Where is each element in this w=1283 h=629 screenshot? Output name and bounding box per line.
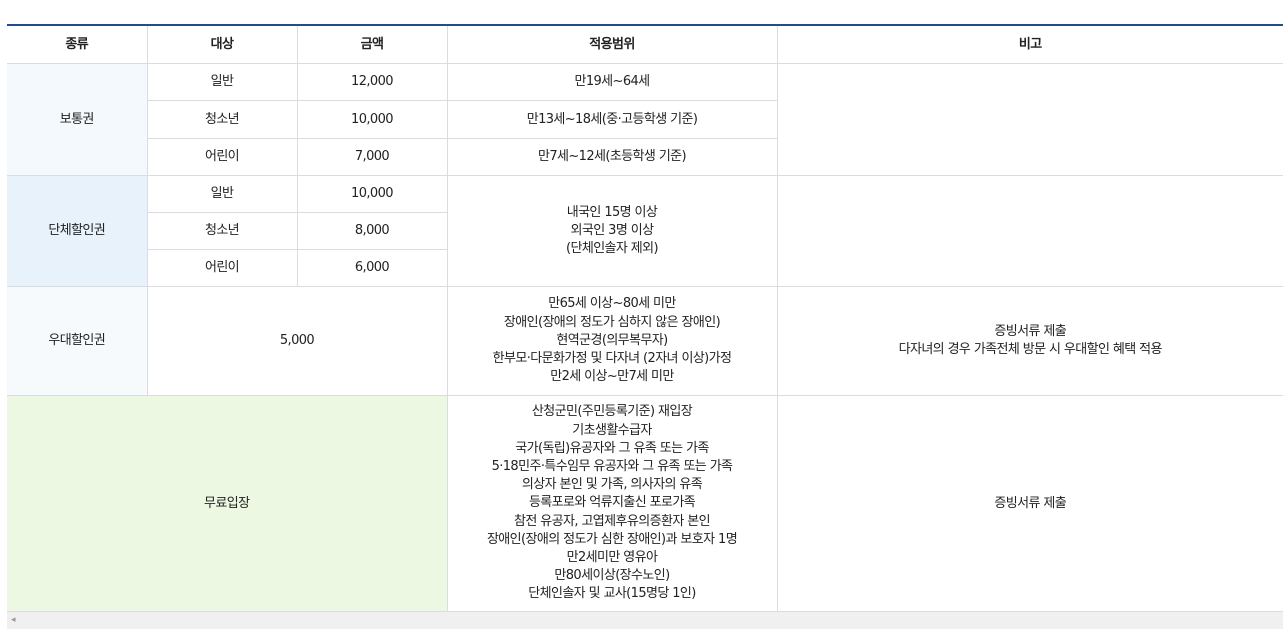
note-cell-regular xyxy=(776,63,1283,176)
note-line: 증빙서류 제출 xyxy=(994,323,1067,339)
scope-line: 만2세 이상~만7세 미만 xyxy=(550,369,674,385)
scope-line: 현역군경(의무복무자) xyxy=(556,332,668,348)
scope-line: 참전 유공자, 고엽제후유의증환자 본인 xyxy=(514,513,710,529)
fee-table-container: 종류 대상 금액 적용범위 비고 보통권 일반 12,000 만19세~64세 … xyxy=(7,24,1283,612)
target-cell: 일반 xyxy=(146,175,298,213)
price-cell: 10,000 xyxy=(296,175,448,213)
price-cell: 6,000 xyxy=(296,249,447,287)
type-regular: 보통권 xyxy=(7,63,148,176)
scope-line: 만2세미만 영유아 xyxy=(566,550,658,565)
type-group: 단체할인권 xyxy=(7,175,148,287)
header-price: 금액 xyxy=(296,24,448,64)
scope-line: (단체인솔자 제외) xyxy=(566,241,659,257)
scope-line: 만65세 이상~80세 미만 xyxy=(548,296,676,312)
target-cell: 어린이 xyxy=(147,249,298,287)
scope-line: 내국인 15명 이상 xyxy=(566,204,658,220)
scope-cell-free: 산청군민(주민등록기준) 재입장 기초생활수급자 국가(독립)유공자와 그 유족… xyxy=(446,395,778,612)
horizontal-scrollbar[interactable]: ◂ xyxy=(7,612,1283,629)
table-row: 우대할인권 5,000 만65세 이상~80세 미만 장애인(장애의 정도가 심… xyxy=(7,286,1283,396)
table-row: 단체할인권 일반 10,000 내국인 15명 이상 외국인 3명 이상 (단체… xyxy=(7,175,1283,287)
scope-line: 한부모·다문화가정 및 다자녀 (2자녀 이상)가정 xyxy=(492,351,732,367)
table-header-row: 종류 대상 금액 적용범위 비고 xyxy=(7,24,1283,64)
scope-line: 산청군민(주민등록기준) 재입장 xyxy=(531,404,693,420)
type-preferential: 우대할인권 xyxy=(7,286,148,396)
scope-line: 5·18민주·특수임무 유공자와 그 유족 또는 가족 xyxy=(491,458,733,474)
table-row: 무료입장 산청군민(주민등록기준) 재입장 기초생활수급자 국가(독립)유공자와… xyxy=(7,395,1283,612)
note-cell-preferential: 증빙서류 제출 다자녀의 경우 가족전체 방문 시 우대할인 혜택 적용 xyxy=(776,286,1283,396)
scope-line: 단체인솔자 및 교사(15명당 1인) xyxy=(528,586,696,602)
header-scope: 적용범위 xyxy=(446,24,778,64)
header-target: 대상 xyxy=(146,24,298,64)
scope-cell-preferential: 만65세 이상~80세 미만 장애인(장애의 정도가 심하지 않은 장애인) 현… xyxy=(446,286,778,396)
scope-line: 장애인(장애의 정도가 심한 장애인)과 보호자 1명 xyxy=(486,531,738,547)
type-free: 무료입장 xyxy=(7,395,448,612)
note-cell-group xyxy=(776,175,1283,287)
price-cell: 7,000 xyxy=(296,138,448,176)
target-cell: 청소년 xyxy=(147,212,298,250)
scope-cell: 만7세~12세(초등학생 기준) xyxy=(446,138,777,176)
target-cell: 청소년 xyxy=(147,100,298,139)
price-cell-preferential: 5,000 xyxy=(146,286,448,396)
note-cell-free: 증빙서류 제출 xyxy=(776,395,1283,612)
scope-line: 장애인(장애의 정도가 심하지 않은 장애인) xyxy=(503,314,721,330)
scope-line: 등록포로와 억류지출신 포로가족 xyxy=(528,495,696,511)
scope-cell: 만13세~18세(중·고등학생 기준) xyxy=(446,100,777,139)
scope-cell: 만19세~64세 xyxy=(446,63,778,101)
scope-line: 국가(독립)유공자와 그 유족 또는 가족 xyxy=(515,440,709,456)
scope-line: 의상자 본인 및 가족, 의사자의 유족 xyxy=(521,477,703,493)
header-note: 비고 xyxy=(776,24,1283,64)
target-cell: 어린이 xyxy=(147,138,298,176)
target-cell: 일반 xyxy=(146,63,298,101)
scroll-left-arrow-icon[interactable]: ◂ xyxy=(11,615,16,625)
price-cell: 10,000 xyxy=(296,100,448,139)
note-line: 다자녀의 경우 가족전체 방문 시 우대할인 혜택 적용 xyxy=(898,342,1163,357)
scope-line: 기초생활수급자 xyxy=(572,422,652,438)
scope-cell-group: 내국인 15명 이상 외국인 3명 이상 (단체인솔자 제외) xyxy=(446,175,778,287)
header-type: 종류 xyxy=(7,24,148,64)
scope-line: 외국인 3명 이상 xyxy=(570,222,655,238)
table-row: 보통권 일반 12,000 만19세~64세 xyxy=(7,63,1283,176)
price-cell: 12,000 xyxy=(296,63,448,101)
scope-line: 만80세이상(장수노인) xyxy=(554,568,670,584)
price-cell: 8,000 xyxy=(296,212,447,250)
admission-fee-table: 종류 대상 금액 적용범위 비고 보통권 일반 12,000 만19세~64세 … xyxy=(7,24,1283,612)
